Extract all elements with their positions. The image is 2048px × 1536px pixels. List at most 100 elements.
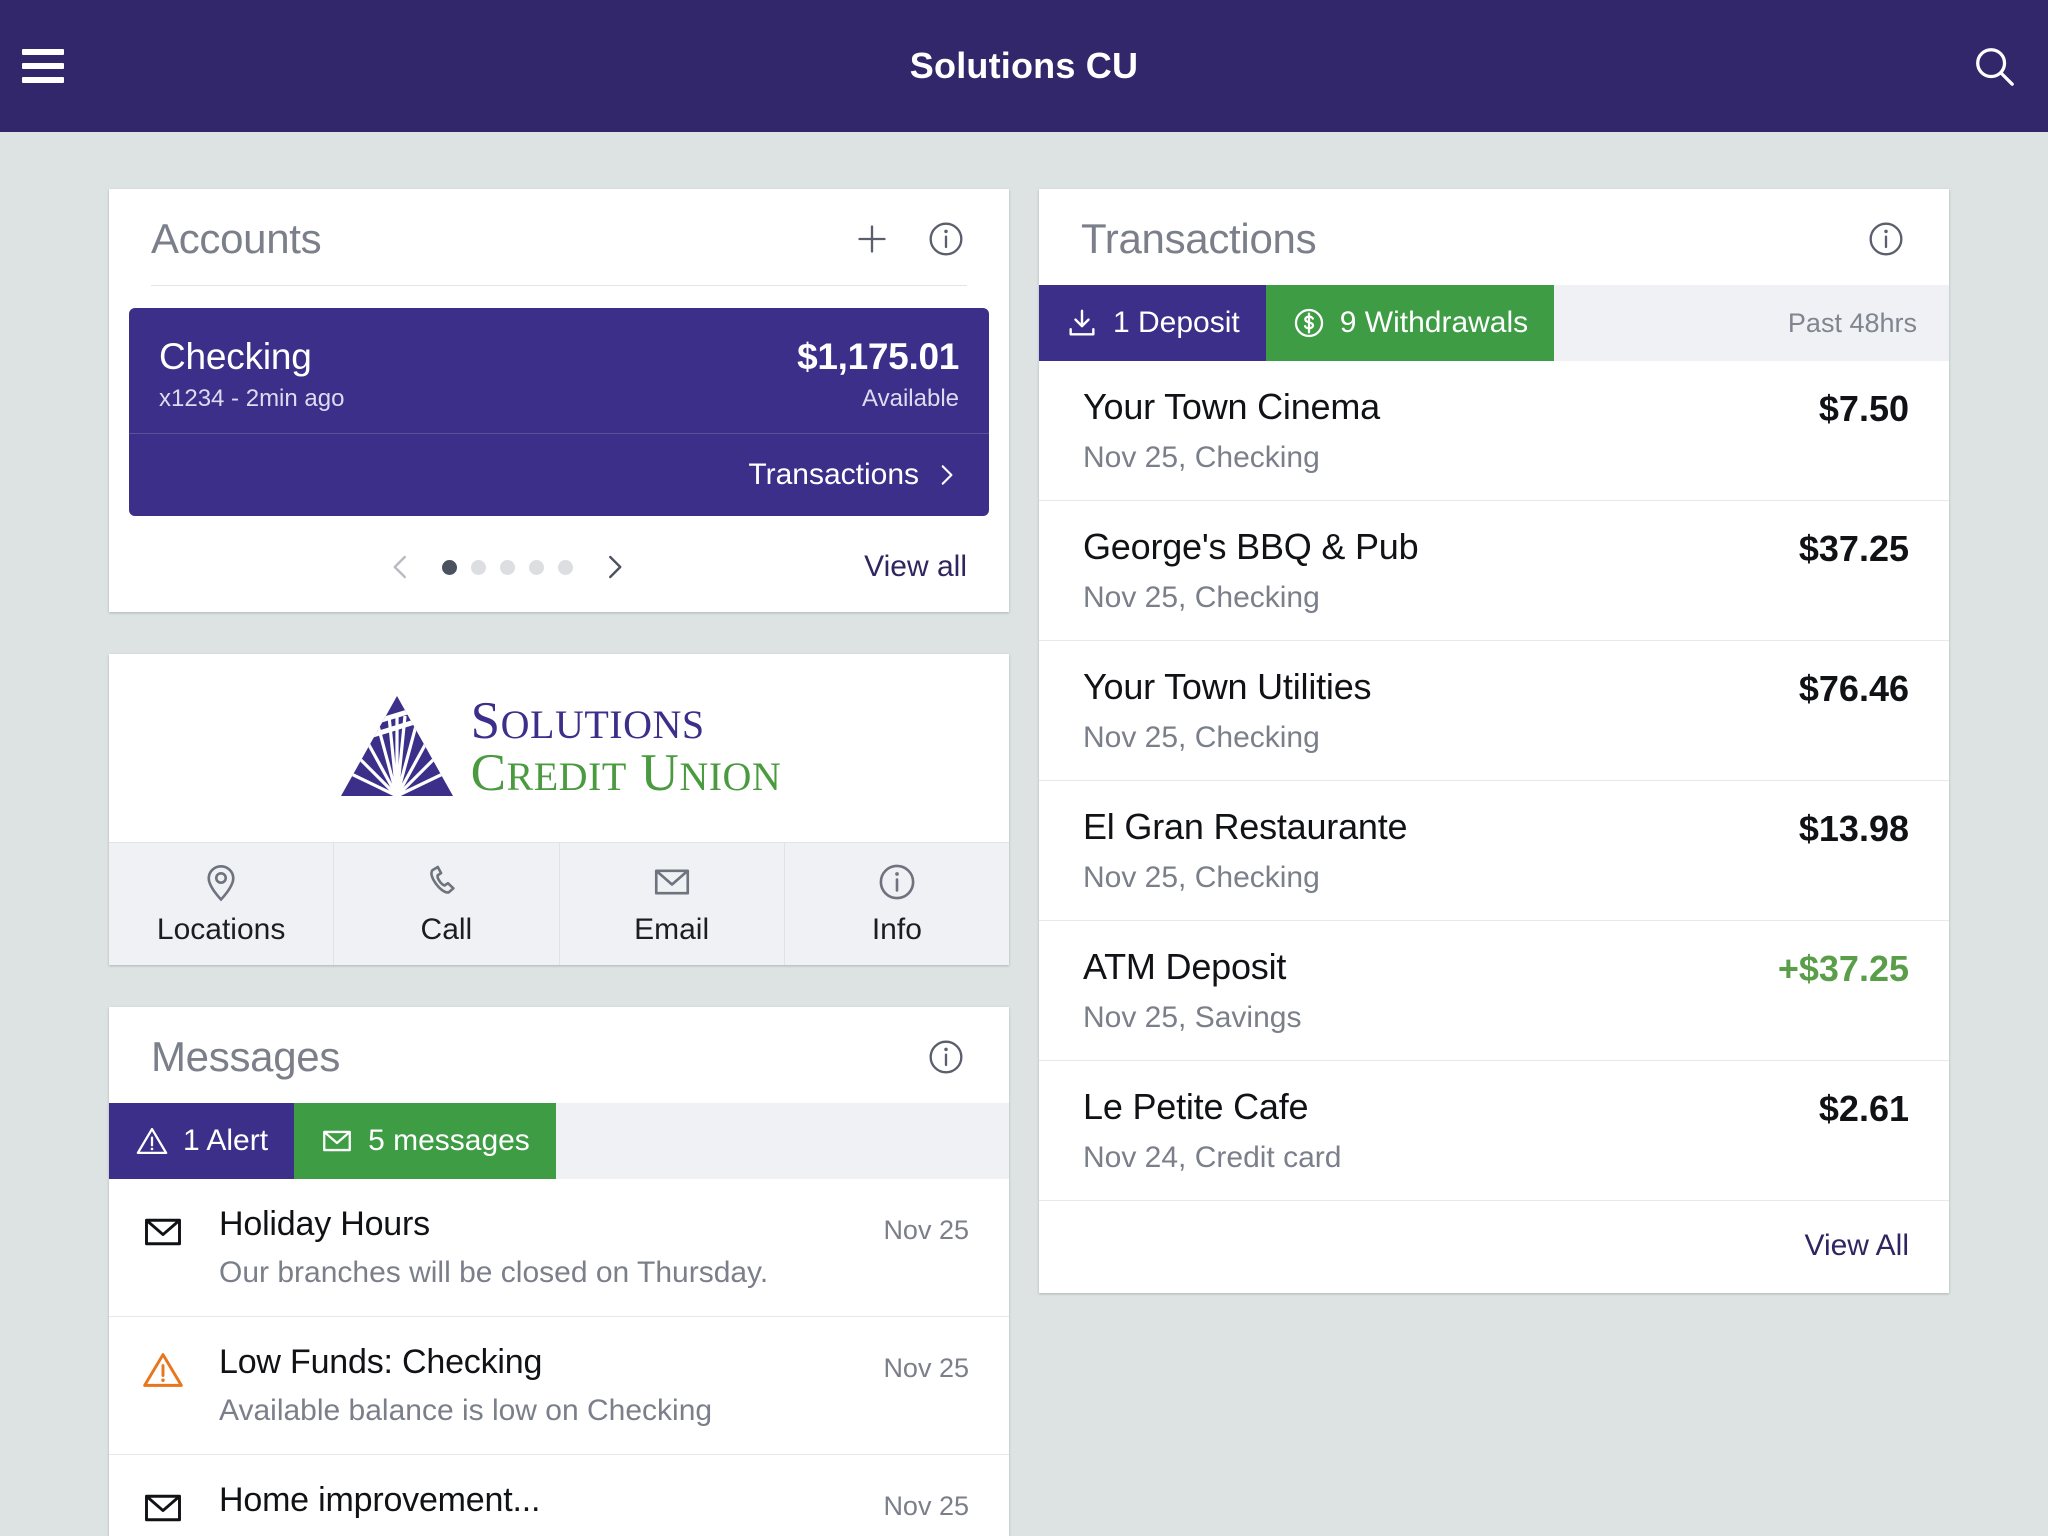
warning-triangle-icon xyxy=(143,1353,183,1387)
warning-triangle-icon xyxy=(136,1127,168,1155)
transaction-info: El Gran Restaurante Nov 25, Checking xyxy=(1083,806,1799,895)
messages-title: Messages xyxy=(151,1033,341,1080)
quick-action-locations[interactable]: Locations xyxy=(109,843,335,965)
transaction-amount: $37.25 xyxy=(1798,528,1909,569)
message-body: Low Funds: Checking Available balance is… xyxy=(219,1343,883,1428)
transactions-deposits-chip[interactable]: 1 Deposit xyxy=(1039,285,1266,361)
account-transactions-link[interactable]: Transactions xyxy=(159,458,959,492)
account-name: Checking xyxy=(159,336,312,377)
phone-icon xyxy=(430,865,456,894)
hamburger-menu-icon[interactable] xyxy=(22,49,64,83)
account-tile-divider xyxy=(129,433,989,434)
chevron-right-icon[interactable] xyxy=(599,552,629,582)
transactions-title: Transactions xyxy=(1081,215,1317,262)
carousel-dot[interactable] xyxy=(442,559,458,575)
message-preview: Our branches will be closed on Thursday. xyxy=(219,1256,769,1289)
info-circle-icon[interactable] xyxy=(1863,216,1909,262)
accounts-carousel xyxy=(151,552,864,582)
message-body: Home improvement... xyxy=(219,1481,883,1535)
transaction-info: George's BBQ & Pub Nov 25, Checking xyxy=(1083,526,1799,615)
logo-wordmark: SOLUTIONS CREDIT UNION xyxy=(470,692,782,800)
messages-chip-spacer xyxy=(556,1103,1009,1179)
account-tile-checking[interactable]: Checking $1,175.01 x1234 - 2min ago Avai… xyxy=(129,308,989,516)
messages-chip-bar: 1 Alert 5 messages xyxy=(109,1103,1009,1179)
accounts-view-all-link[interactable]: View all xyxy=(864,550,967,584)
transaction-meta: Nov 25, Checking xyxy=(1083,441,1320,474)
messages-alert-chip[interactable]: 1 Alert xyxy=(109,1103,295,1179)
message-row[interactable]: Holiday Hours Our branches will be close… xyxy=(109,1179,1009,1317)
envelope-icon xyxy=(145,1494,181,1522)
message-row[interactable]: Low Funds: Checking Available balance is… xyxy=(109,1317,1009,1455)
message-title: Holiday Hours xyxy=(219,1205,430,1243)
transaction-merchant: Your Town Cinema xyxy=(1083,386,1380,427)
transaction-meta: Nov 25, Savings xyxy=(1083,1001,1302,1034)
carousel-dot[interactable] xyxy=(471,559,487,575)
transaction-merchant: Le Petite Cafe xyxy=(1083,1086,1309,1127)
page-body: Accounts Checking $1,175.01 x1234 - 2min… xyxy=(0,132,2048,1536)
transaction-info: Your Town Cinema Nov 25, Checking xyxy=(1083,386,1819,475)
accounts-title: Accounts xyxy=(151,215,322,262)
transaction-meta: Nov 24, Credit card xyxy=(1083,1141,1342,1174)
transactions-view-all-link[interactable]: View All xyxy=(1804,1229,1909,1263)
envelope-icon xyxy=(654,869,689,895)
transactions-withdrawals-chip[interactable]: 9 Withdrawals xyxy=(1265,285,1555,361)
messages-count-chip[interactable]: 5 messages xyxy=(294,1103,556,1179)
account-number-and-time: x1234 - 2min ago xyxy=(159,385,345,412)
message-icon-cell xyxy=(141,1343,219,1428)
transaction-merchant: George's BBQ & Pub xyxy=(1083,526,1419,567)
transactions-chip-bar: 1 Deposit 9 Withdrawals Past 48hrs xyxy=(1039,285,1949,361)
accounts-card: Accounts Checking $1,175.01 x1234 - 2min… xyxy=(109,189,1009,612)
quick-action-info[interactable]: Info xyxy=(785,843,1009,965)
chevron-left-icon[interactable] xyxy=(386,552,416,582)
transaction-amount: +$37.25 xyxy=(1777,948,1909,989)
messages-card: Messages 1 Alert 5 messages Holiday Hour… xyxy=(109,1007,1009,1536)
transaction-amount: $76.46 xyxy=(1798,668,1909,709)
transaction-row[interactable]: El Gran Restaurante Nov 25, Checking $13… xyxy=(1039,781,1949,921)
transactions-card-header: Transactions xyxy=(1039,189,1949,285)
info-circle-icon[interactable] xyxy=(923,1034,969,1080)
left-column: Accounts Checking $1,175.01 x1234 - 2min… xyxy=(109,189,1009,1536)
plus-icon[interactable] xyxy=(849,216,895,262)
transactions-card: Transactions 1 Deposit 9 Withdrawals Pas… xyxy=(1039,189,1949,1293)
message-date: Nov 25 xyxy=(883,1353,969,1383)
transaction-info: Your Town Utilities Nov 25, Checking xyxy=(1083,666,1799,755)
transaction-row[interactable]: Your Town Cinema Nov 25, Checking $7.50 xyxy=(1039,361,1949,501)
quick-actions-row: Locations Call Email Info xyxy=(109,842,1009,965)
carousel-dot[interactable] xyxy=(558,559,574,575)
transaction-info: ATM Deposit Nov 25, Savings xyxy=(1083,946,1778,1035)
account-secondary-row: x1234 - 2min ago Available xyxy=(159,385,959,413)
search-icon[interactable] xyxy=(1968,40,2020,92)
carousel-dot[interactable] xyxy=(529,559,545,575)
info-circle-icon[interactable] xyxy=(923,216,969,262)
transaction-row[interactable]: George's BBQ & Pub Nov 25, Checking $37.… xyxy=(1039,501,1949,641)
logo: SOLUTIONS CREDIT UNION xyxy=(337,692,782,804)
message-date: Nov 25 xyxy=(883,1491,969,1521)
transaction-meta: Nov 25, Checking xyxy=(1083,861,1320,894)
logo-line-1: SOLUTIONS xyxy=(470,692,705,751)
messages-count-chip-label: 5 messages xyxy=(368,1124,530,1157)
app-header: Solutions CU xyxy=(0,0,2048,132)
transaction-amount: $13.98 xyxy=(1798,808,1909,849)
message-icon-cell xyxy=(141,1481,219,1535)
transaction-row[interactable]: Le Petite Cafe Nov 24, Credit card $2.61 xyxy=(1039,1061,1949,1201)
message-body: Holiday Hours Our branches will be close… xyxy=(219,1205,883,1290)
transaction-row[interactable]: ATM Deposit Nov 25, Savings +$37.25 xyxy=(1039,921,1949,1061)
quick-action-call[interactable]: Call xyxy=(334,843,560,965)
logo-area: SOLUTIONS CREDIT UNION xyxy=(109,654,1009,842)
envelope-icon xyxy=(323,1130,351,1152)
message-preview: Available balance is low on Checking xyxy=(219,1394,713,1427)
quick-action-email[interactable]: Email xyxy=(560,843,785,965)
transaction-meta: Nov 25, Checking xyxy=(1083,721,1320,754)
envelope-icon xyxy=(145,1218,181,1246)
branding-card: SOLUTIONS CREDIT UNION Locations Call Em… xyxy=(109,654,1009,965)
message-row[interactable]: Home improvement... Nov 25 xyxy=(109,1455,1009,1536)
transaction-amount: $7.50 xyxy=(1818,388,1909,429)
transaction-info: Le Petite Cafe Nov 24, Credit card xyxy=(1083,1086,1819,1175)
carousel-dot[interactable] xyxy=(500,559,516,575)
quick-action-label: Email xyxy=(634,913,710,946)
accounts-card-header: Accounts xyxy=(109,189,1009,285)
transaction-row[interactable]: Your Town Utilities Nov 25, Checking $76… xyxy=(1039,641,1949,781)
solutions-triangle-sunburst-logo xyxy=(340,696,453,796)
transactions-range-label: Past 48hrs xyxy=(1787,307,1917,338)
quick-action-label: Call xyxy=(420,913,473,946)
